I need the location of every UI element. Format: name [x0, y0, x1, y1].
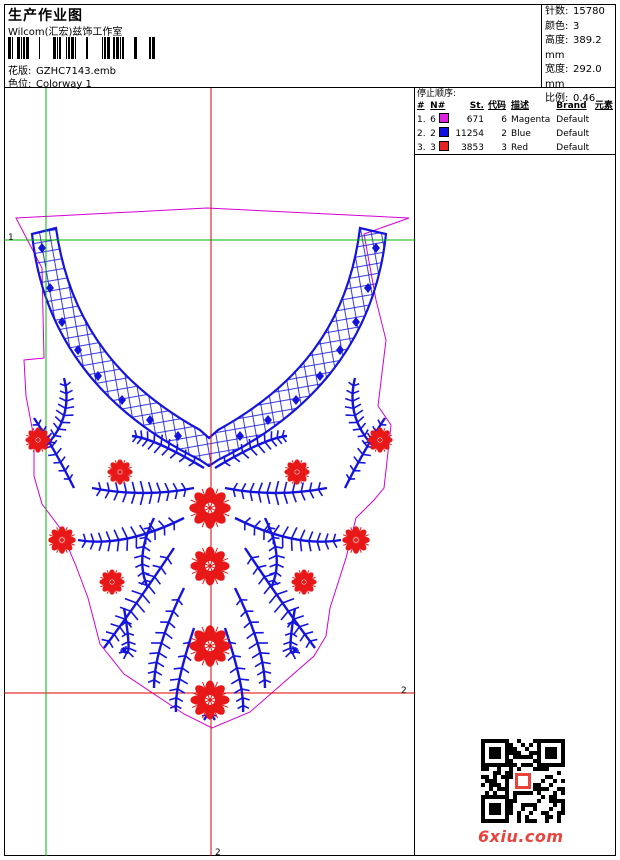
stop-description: Blue — [511, 128, 531, 139]
stats-panel: 针数: 15780 颜色: 3 高度: 389.2 mm 宽度: 292.0 mm 比例… — [541, 4, 616, 104]
stop-sequence-divider — [415, 154, 616, 155]
stop-row: 1. 6 671 6 Magenta Default — [415, 113, 616, 127]
stop-row: 2. 2 11254 2 Blue Default — [415, 127, 616, 141]
stop-sequence-panel: 停止顺序: # N# St. 代码 描述 Brand 元素 1. 6 671 6 Magenta D… — [415, 88, 616, 155]
color-swatch — [438, 141, 449, 151]
stop-index: 2. — [417, 128, 426, 139]
stop-brand: Default — [556, 114, 590, 125]
stop-stitches: 11254 — [455, 128, 484, 139]
color-swatch — [438, 113, 449, 123]
stop-needle: 2 — [428, 127, 452, 141]
company-name: Wilcom(汇宏)兹饰工作室 — [8, 27, 123, 38]
stop-col-5: Brand — [556, 101, 587, 111]
stop-col-4: 描述 — [511, 101, 530, 111]
stop-element — [593, 141, 616, 155]
watermark-site: 6xiu.com — [478, 827, 564, 846]
design-canvas[interactable]: 1 2 2 — [4, 88, 415, 858]
stop-element — [593, 113, 616, 127]
stop-brand: Default — [556, 128, 590, 139]
barcode — [8, 37, 155, 59]
neckline-band — [30, 226, 388, 468]
color-count: 颜色: 3 — [545, 20, 580, 32]
stop-description: Red — [511, 142, 529, 153]
stop-stitches: 3853 — [461, 142, 484, 153]
stop-brand: Default — [556, 142, 590, 153]
page-title: 生产作业图 — [8, 8, 83, 24]
header-panel: 生产作业图 Wilcom(汇宏)兹饰工作室 花版: GZHC7143.emb 色位… — [4, 4, 616, 104]
stop-needle: 6 — [428, 113, 452, 127]
stop-col-2: St. — [469, 101, 484, 111]
stop-row: 3. 3 3853 3 Red Default — [415, 141, 616, 155]
guide-label-2-bottom: 2 — [215, 848, 221, 856]
qr-code — [481, 739, 565, 823]
stop-sequence-header-row: # N# St. 代码 描述 Brand 元素 — [415, 100, 616, 113]
stop-col-6: 元素 — [594, 101, 613, 111]
stop-col-1: N# — [430, 101, 446, 111]
stop-code: 6 — [501, 114, 507, 125]
stop-code: 3 — [501, 142, 507, 153]
embroidery-motifs — [25, 377, 393, 721]
stop-sequence-table: # N# St. 代码 描述 Brand 元素 1. 6 671 6 Magenta Default… — [415, 100, 616, 155]
stop-stitches: 671 — [466, 114, 484, 125]
color-swatch — [438, 127, 449, 137]
stop-element — [593, 127, 616, 141]
stop-sequence-heading: 停止顺序: — [417, 89, 457, 99]
guide-label-1: 1 — [8, 233, 14, 243]
stop-index: 3. — [417, 142, 426, 153]
stop-index: 1. — [417, 114, 426, 125]
guide-label-2-right: 2 — [401, 686, 407, 696]
embroidery-preview: 1 2 2 — [4, 88, 415, 858]
stop-needle: 3 — [428, 141, 452, 155]
stop-col-0: # — [417, 101, 425, 111]
stop-code: 2 — [501, 128, 507, 139]
design-height: 高度: 389.2 mm — [545, 35, 602, 61]
stop-description: Magenta — [511, 114, 551, 125]
stitch-count: 针数: 15780 — [545, 6, 605, 17]
stop-col-3: 代码 — [487, 101, 506, 111]
